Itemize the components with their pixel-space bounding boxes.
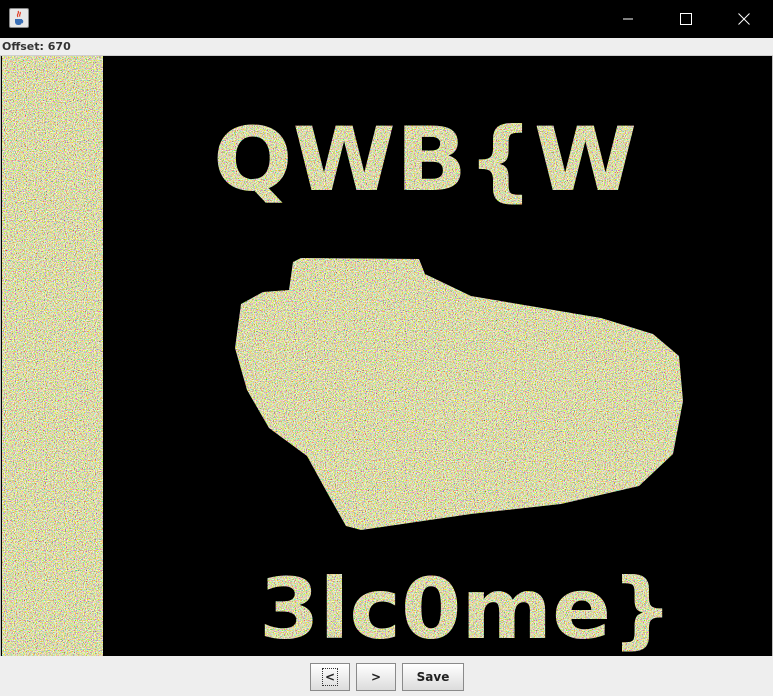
noise-strip [2, 56, 103, 656]
save-button[interactable]: Save [402, 663, 464, 691]
minimize-button[interactable] [599, 0, 657, 38]
button-bar: < > Save [0, 656, 773, 696]
save-button-label: Save [416, 670, 450, 684]
offset-status-bar: Offset: 670 [0, 38, 773, 56]
close-icon [738, 13, 750, 25]
minimize-icon [622, 13, 634, 25]
next-button[interactable]: > [356, 663, 396, 691]
next-button-label: > [370, 670, 382, 684]
decoded-image: QWB{W 3lc0me} [1, 56, 772, 656]
previous-button[interactable]: < [310, 663, 350, 691]
image-viewer: QWB{W 3lc0me} [0, 56, 773, 656]
flag-text-top: QWB{W [213, 108, 637, 211]
offset-label: Offset: 670 [2, 40, 71, 53]
previous-button-label: < [321, 668, 339, 686]
maximize-icon [680, 13, 692, 25]
window-titlebar [0, 0, 773, 38]
flag-text-bottom: 3lc0me} [259, 560, 673, 656]
java-cup-icon [9, 8, 29, 28]
close-button[interactable] [715, 0, 773, 38]
maximize-button[interactable] [657, 0, 715, 38]
